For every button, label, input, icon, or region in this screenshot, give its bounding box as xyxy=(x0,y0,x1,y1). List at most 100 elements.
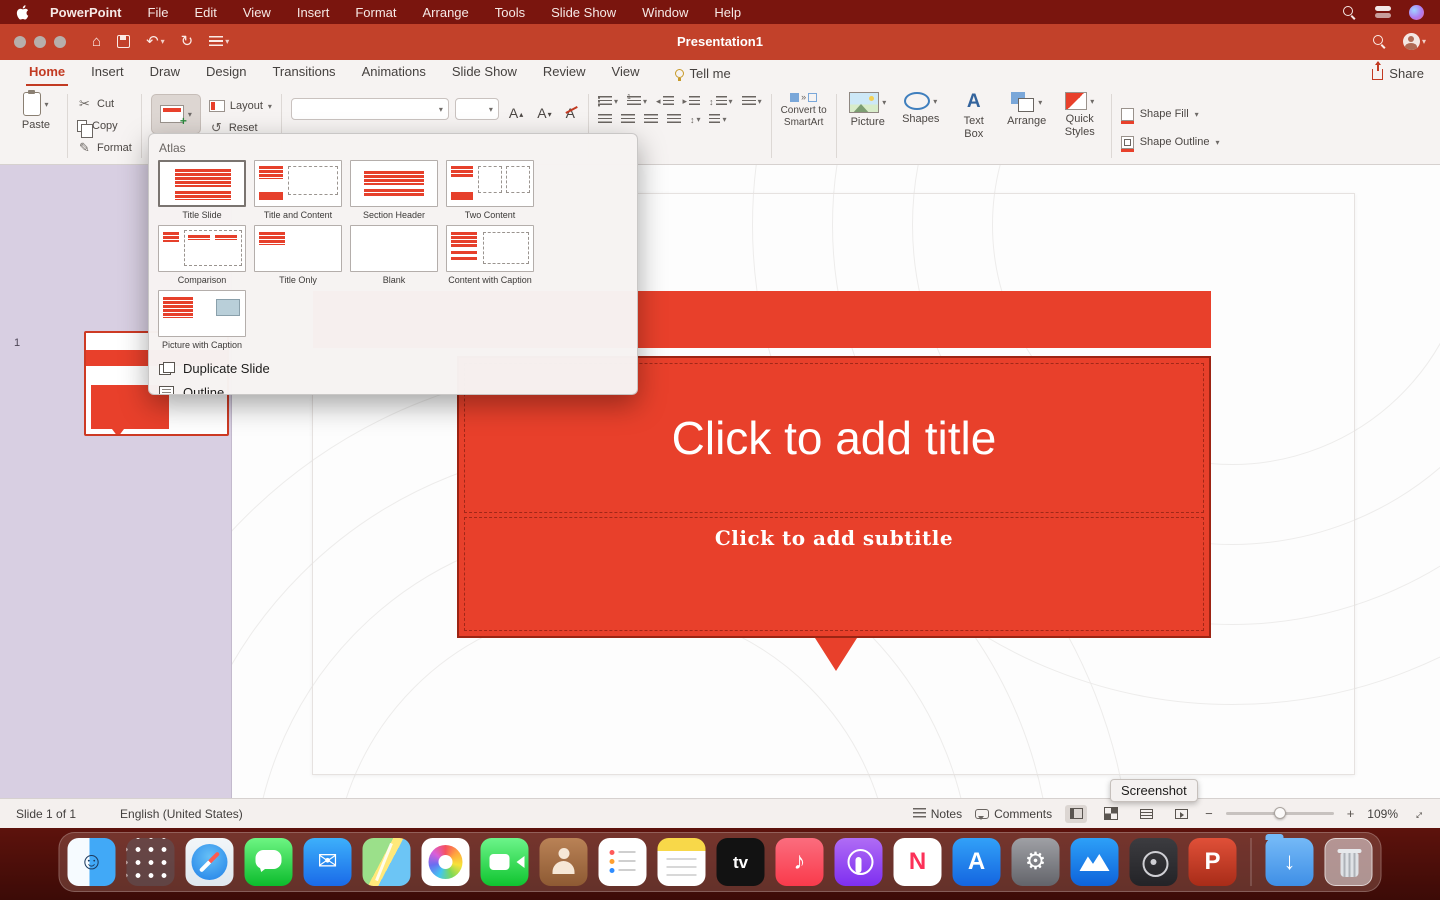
dock-safari-icon[interactable] xyxy=(186,838,234,886)
font-name-select[interactable]: ▾ xyxy=(291,98,449,120)
close-window-icon[interactable] xyxy=(14,36,26,48)
control-center-icon[interactable] xyxy=(1375,6,1391,18)
new-slide-button[interactable]: ▾ xyxy=(151,94,201,134)
tab-animations[interactable]: Animations xyxy=(349,60,439,86)
align-center-button[interactable] xyxy=(621,114,635,125)
slide-pointer-shape[interactable] xyxy=(815,638,857,671)
slide-sorter-view-button[interactable] xyxy=(1100,805,1122,823)
align-right-button[interactable] xyxy=(644,114,658,125)
vertical-align-button[interactable]: ↕▾ xyxy=(690,115,701,125)
zoom-window-icon[interactable] xyxy=(54,36,66,48)
dock-messages-icon[interactable] xyxy=(245,838,293,886)
toolbar-options-button[interactable]: ▾ xyxy=(209,36,229,46)
shape-outline-button[interactable]: Shape Outline▾ xyxy=(1121,132,1220,152)
language-status[interactable]: English (United States) xyxy=(120,807,243,821)
dock-news-icon[interactable]: N xyxy=(894,838,942,886)
dock-music-icon[interactable]: ♪ xyxy=(776,838,824,886)
dock-launchpad-icon[interactable] xyxy=(127,838,175,886)
align-left-button[interactable] xyxy=(598,114,612,125)
tab-insert[interactable]: Insert xyxy=(78,60,137,86)
menu-item-file[interactable]: File xyxy=(148,5,169,20)
paste-button[interactable]: ▾ Paste xyxy=(14,92,58,160)
normal-view-button[interactable] xyxy=(1065,805,1087,823)
shapes-button[interactable]: ▾ Shapes xyxy=(899,92,943,160)
zoom-level[interactable]: 109% xyxy=(1367,807,1398,821)
arrange-button[interactable]: ▾ Arrange xyxy=(1005,92,1049,160)
minimize-window-icon[interactable] xyxy=(34,36,46,48)
quick-styles-button[interactable]: ▾ QuickStyles xyxy=(1058,92,1102,160)
menu-item-format[interactable]: Format xyxy=(355,5,396,20)
dock-podcasts-icon[interactable] xyxy=(835,838,883,886)
home-button[interactable]: ⌂ xyxy=(92,33,101,50)
dock-downloads-icon[interactable]: ↓ xyxy=(1266,838,1314,886)
copy-button[interactable]: Copy xyxy=(77,117,132,135)
dock-maps-icon[interactable] xyxy=(363,838,411,886)
layout-button[interactable]: Layout▾ xyxy=(209,97,272,115)
zoom-in-button[interactable]: + xyxy=(1347,806,1355,821)
dock-photos-icon[interactable] xyxy=(422,838,470,886)
dock-trash-icon[interactable] xyxy=(1325,838,1373,886)
dock-notes-icon[interactable] xyxy=(658,838,706,886)
tab-draw[interactable]: Draw xyxy=(137,60,193,86)
slideshow-view-button[interactable] xyxy=(1170,805,1192,823)
menu-item-slideshow[interactable]: Slide Show xyxy=(551,5,616,20)
zoom-out-button[interactable]: − xyxy=(1205,806,1213,821)
zoom-slider[interactable] xyxy=(1226,812,1334,815)
layout-option-two-content[interactable]: Two Content xyxy=(442,160,538,220)
save-button[interactable] xyxy=(117,35,130,48)
layout-option-blank[interactable]: Blank xyxy=(346,225,442,285)
siri-icon[interactable] xyxy=(1409,5,1424,20)
tab-view[interactable]: View xyxy=(599,60,653,86)
comments-button[interactable]: Comments xyxy=(975,807,1052,821)
search-icon[interactable] xyxy=(1372,34,1387,49)
cut-button[interactable]: ✂Cut xyxy=(77,95,132,113)
menu-item-help[interactable]: Help xyxy=(714,5,741,20)
layout-option-title-only[interactable]: Title Only xyxy=(250,225,346,285)
clear-formatting-button[interactable]: A xyxy=(562,98,579,120)
menu-item-arrange[interactable]: Arrange xyxy=(423,5,469,20)
dock-reminders-icon[interactable] xyxy=(599,838,647,886)
redo-button[interactable]: ↻ xyxy=(181,32,194,50)
tab-slide-show[interactable]: Slide Show xyxy=(439,60,530,86)
decrease-font-size-button[interactable]: A▾ xyxy=(533,98,555,120)
convert-to-smartart-button[interactable]: » Convert toSmartArt xyxy=(781,92,827,160)
dock-finder-icon[interactable]: ☺ xyxy=(68,838,116,886)
dock-contacts-icon[interactable] xyxy=(540,838,588,886)
dock-tv-icon[interactable]: tv xyxy=(717,838,765,886)
columns-button[interactable]: ▾ xyxy=(709,114,726,125)
menu-item-outline[interactable]: Outline... xyxy=(159,385,627,395)
layout-option-content-with-caption[interactable]: Content with Caption xyxy=(442,225,538,285)
dock-screenshot-icon[interactable] xyxy=(1130,838,1178,886)
menu-item-tools[interactable]: Tools xyxy=(495,5,525,20)
menu-item-edit[interactable]: Edit xyxy=(194,5,216,20)
font-size-select[interactable]: ▾ xyxy=(455,98,499,120)
dock-powerpoint-icon[interactable]: P xyxy=(1189,838,1237,886)
menu-item-window[interactable]: Window xyxy=(642,5,688,20)
undo-button[interactable]: ↶▾ xyxy=(146,32,165,50)
menu-item-view[interactable]: View xyxy=(243,5,271,20)
apple-menu-icon[interactable] xyxy=(16,4,30,20)
spotlight-search-icon[interactable] xyxy=(1342,5,1357,20)
shape-fill-button[interactable]: Shape Fill▾ xyxy=(1121,104,1220,124)
subtitle-placeholder[interactable]: Click to add subtitle xyxy=(464,517,1204,631)
layout-option-title-slide[interactable]: Title Slide xyxy=(154,160,250,220)
picture-button[interactable]: ▾ Picture xyxy=(846,92,890,160)
increase-font-size-button[interactable]: A▴ xyxy=(505,98,527,120)
menu-app-name[interactable]: PowerPoint xyxy=(50,5,122,20)
increase-indent-button[interactable]: ▸ xyxy=(683,96,701,107)
zoom-slider-knob[interactable] xyxy=(1274,807,1286,819)
numbering-button[interactable]: ▾ xyxy=(627,96,647,107)
bullets-button[interactable]: ▾ xyxy=(598,96,618,107)
text-box-button[interactable]: A TextBox xyxy=(952,92,996,160)
text-direction-button[interactable]: ▾ xyxy=(742,96,762,107)
dock-app-store-icon[interactable]: A xyxy=(953,838,1001,886)
share-button[interactable]: Share xyxy=(1372,66,1424,81)
account-button[interactable]: ▾ xyxy=(1403,33,1426,50)
notes-button[interactable]: Notes xyxy=(913,807,962,821)
layout-option-title-and-content[interactable]: Title and Content xyxy=(250,160,346,220)
layout-option-comparison[interactable]: Comparison xyxy=(154,225,250,285)
dock-mail-icon[interactable]: ✉ xyxy=(304,838,352,886)
line-spacing-button[interactable]: ↕▾ xyxy=(709,96,733,107)
decrease-indent-button[interactable]: ◂ xyxy=(656,96,674,107)
layout-option-section-header[interactable]: Section Header xyxy=(346,160,442,220)
